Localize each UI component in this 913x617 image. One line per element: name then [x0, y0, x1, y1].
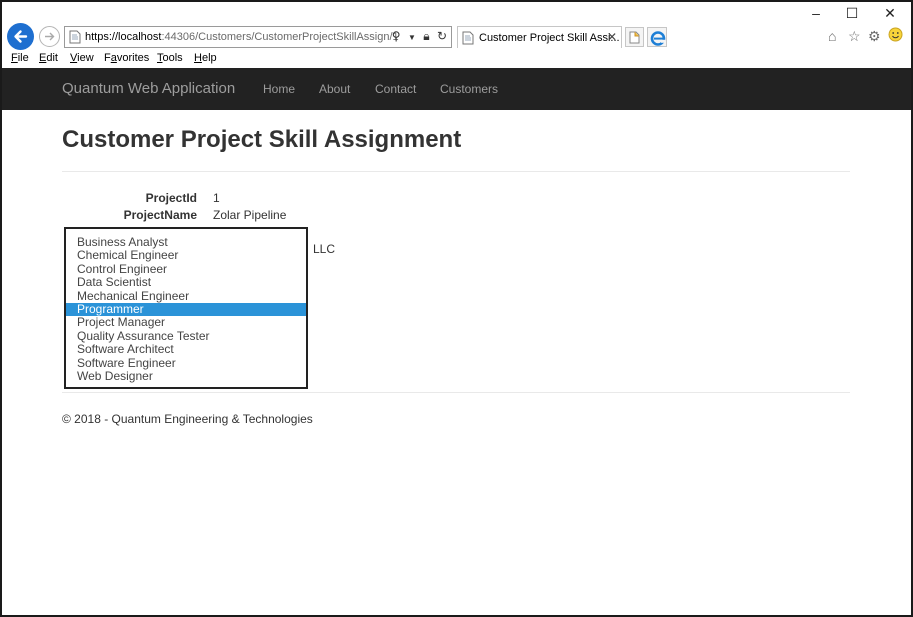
favorites-star-icon[interactable]: ☆ [848, 28, 861, 45]
menu-edit[interactable]: Edit [39, 52, 58, 64]
divider-top [62, 171, 850, 172]
ie-compat-button[interactable] [647, 27, 667, 47]
skill-option[interactable]: Chemical Engineer [66, 249, 306, 262]
skill-option[interactable]: Data Scientist [66, 275, 306, 289]
brand-link[interactable]: Quantum Web Application [62, 80, 235, 97]
new-tab-button[interactable] [625, 27, 644, 47]
suffix-text: LLC [313, 242, 336, 256]
settings-gear-icon[interactable]: ⚙ [868, 28, 881, 45]
home-icon[interactable]: ⌂ [828, 28, 836, 44]
tab-title: Customer Project Skill Assi... [479, 32, 620, 44]
menu-view[interactable]: View [70, 52, 94, 64]
maximize-button[interactable]: ☐ [836, 4, 868, 22]
label-project-name: ProjectName [123, 208, 197, 222]
forward-arrow-icon [45, 32, 55, 41]
site-navbar: Quantum Web Application Home About Conta… [2, 68, 911, 110]
new-tab-icon [629, 31, 640, 44]
back-button[interactable] [7, 23, 34, 50]
label-project-id: ProjectId [145, 191, 197, 205]
divider-bottom [62, 392, 850, 393]
page-title: Customer Project Skill Assignment [62, 126, 462, 153]
url-text: https://localhost:44306/Customers/Custom… [85, 31, 399, 43]
menu-help[interactable]: Help [194, 52, 217, 64]
nav-home[interactable]: Home [263, 82, 295, 96]
menu-favorites[interactable]: Favorites [104, 52, 149, 64]
dropdown-icon[interactable]: ▼ [408, 33, 416, 42]
minimize-button[interactable]: – [800, 4, 832, 22]
address-tools: ⚲ ▼ 🔒︎ ↻ [388, 29, 447, 44]
nav-contact[interactable]: Contact [375, 82, 416, 96]
browser-chrome: https://localhost:44306/Customers/Custom… [2, 2, 911, 50]
tab-close-icon[interactable]: ✕ [607, 30, 617, 44]
back-arrow-icon [14, 30, 28, 43]
skill-option[interactable]: Programmer [66, 302, 306, 317]
skill-option[interactable]: Software Architect [66, 342, 306, 356]
forward-button[interactable] [39, 26, 60, 47]
nav-about[interactable]: About [319, 82, 350, 96]
value-project-name: Zolar Pipeline [213, 208, 287, 222]
internet-explorer-icon [650, 31, 666, 46]
skill-option[interactable]: Mechanical Engineer [66, 289, 306, 303]
menu-file[interactable]: File [11, 52, 29, 64]
lock-icon[interactable]: 🔒︎ [423, 29, 429, 44]
browser-tab[interactable]: Customer Project Skill Assi... ✕ [457, 26, 622, 48]
value-project-id: 1 [213, 191, 220, 205]
footer-copyright: © 2018 - Quantum Engineering & Technolog… [62, 412, 313, 426]
tab-page-icon [462, 31, 474, 45]
skill-option[interactable]: Business Analyst [66, 235, 306, 249]
address-bar[interactable]: https://localhost:44306/Customers/Custom… [64, 26, 452, 48]
skill-option[interactable]: Control Engineer [66, 262, 306, 276]
smiley-feedback-icon[interactable] [888, 27, 903, 45]
nav-customers[interactable]: Customers [440, 82, 498, 96]
refresh-icon[interactable]: ↻ [437, 29, 447, 43]
browser-window: https://localhost:44306/Customers/Custom… [0, 0, 913, 617]
skill-option[interactable]: Project Manager [66, 316, 306, 329]
skill-option[interactable]: Software Engineer [66, 356, 306, 370]
skill-option[interactable]: Quality Assurance Tester [66, 329, 306, 343]
close-window-button[interactable]: ✕ [874, 4, 906, 22]
skill-listbox[interactable]: Business Analyst Chemical Engineer Control… [64, 227, 308, 389]
skill-option[interactable]: Web Designer [66, 369, 306, 383]
menu-bar: File Edit View Favorites Tools Help [2, 50, 911, 68]
page-icon [69, 30, 81, 44]
menu-tools[interactable]: Tools [157, 52, 183, 64]
search-icon[interactable]: ⚲ [392, 29, 401, 43]
